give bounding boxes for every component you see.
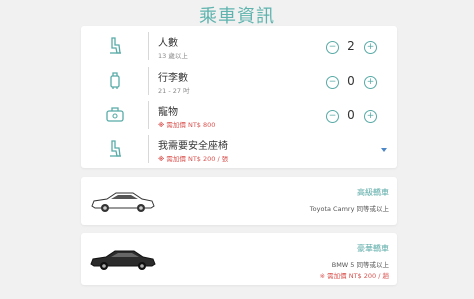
pets-count: 0 [347,108,355,122]
luggage-count: 0 [347,74,355,88]
black-sedan-icon [90,250,156,270]
luggage-stepper: − 0 + [326,74,377,90]
pets-stepper: − 0 + [326,108,377,124]
note-mark: ※ [319,272,326,280]
passengers-plus-button[interactable]: + [364,41,377,54]
pets-row: 寵物 ※ 需加價 NT$ 800 − 0 + [81,97,397,133]
car-option-premium[interactable]: 高級轎車 Toyota Camry 同等或以上 [81,177,397,225]
passengers-stepper: − 2 + [326,39,377,55]
child-seat-icon [110,140,121,157]
child-seat-label: 我需要安全座椅 [158,141,228,152]
row-divider [148,135,149,163]
car-note-text: 需加價 NT$ 200 / 趟 [327,272,389,280]
pets-plus-button[interactable]: + [364,110,377,123]
car-seat-icon [110,37,121,54]
car-name: 豪華轎車 [357,244,389,253]
pets-label: 寵物 [158,107,178,118]
luggage-plus-button[interactable]: + [364,76,377,89]
white-sedan-icon [91,192,155,212]
child-seat-note-text: 需加價 NT$ 200 / 張 [166,155,229,163]
passengers-label: 人數 [158,38,178,49]
child-seat-price-note: ※ 需加價 NT$ 200 / 張 [158,153,228,163]
luggage-minus-button[interactable]: − [326,76,339,89]
note-mark: ※ [158,155,165,163]
car-model: Toyota Camry 同等或以上 [309,205,389,213]
page-title: 乘車資訊 [199,6,275,27]
luggage-icon [110,72,120,89]
child-seat-row[interactable]: 我需要安全座椅 ※ 需加價 NT$ 200 / 張 [81,131,397,167]
luggage-sub: 21 - 27 吋 [158,87,190,95]
note-mark: ※ [158,121,165,129]
car-model: BMW 5 同等或以上 [331,261,389,269]
pet-carrier-icon [106,107,124,122]
car-price-note: ※ 需加價 NT$ 200 / 趟 [320,270,389,280]
passengers-row: 人數 13 歲以上 − 2 + [81,28,397,64]
row-divider [148,32,149,60]
row-divider [148,67,149,95]
luggage-label: 行李數 [158,73,188,84]
chevron-down-icon[interactable] [381,148,387,152]
pets-price-note: ※ 需加價 NT$ 800 [158,119,215,129]
luggage-row: 行李數 21 - 27 吋 − 0 + [81,63,397,99]
pets-minus-button[interactable]: − [326,110,339,123]
row-divider [148,101,149,129]
car-option-luxury[interactable]: 豪華轎車 BMW 5 同等或以上 ※ 需加價 NT$ 200 / 趟 [81,233,397,285]
car-name: 高級轎車 [357,188,389,197]
passengers-minus-button[interactable]: − [326,41,339,54]
pets-note-text: 需加價 NT$ 800 [166,121,216,129]
passengers-count: 2 [347,39,355,53]
passengers-sub: 13 歲以上 [158,52,188,60]
ride-options-panel: 人數 13 歲以上 − 2 + 行李數 21 - 27 吋 − 0 + 寵物 ※… [81,26,397,168]
